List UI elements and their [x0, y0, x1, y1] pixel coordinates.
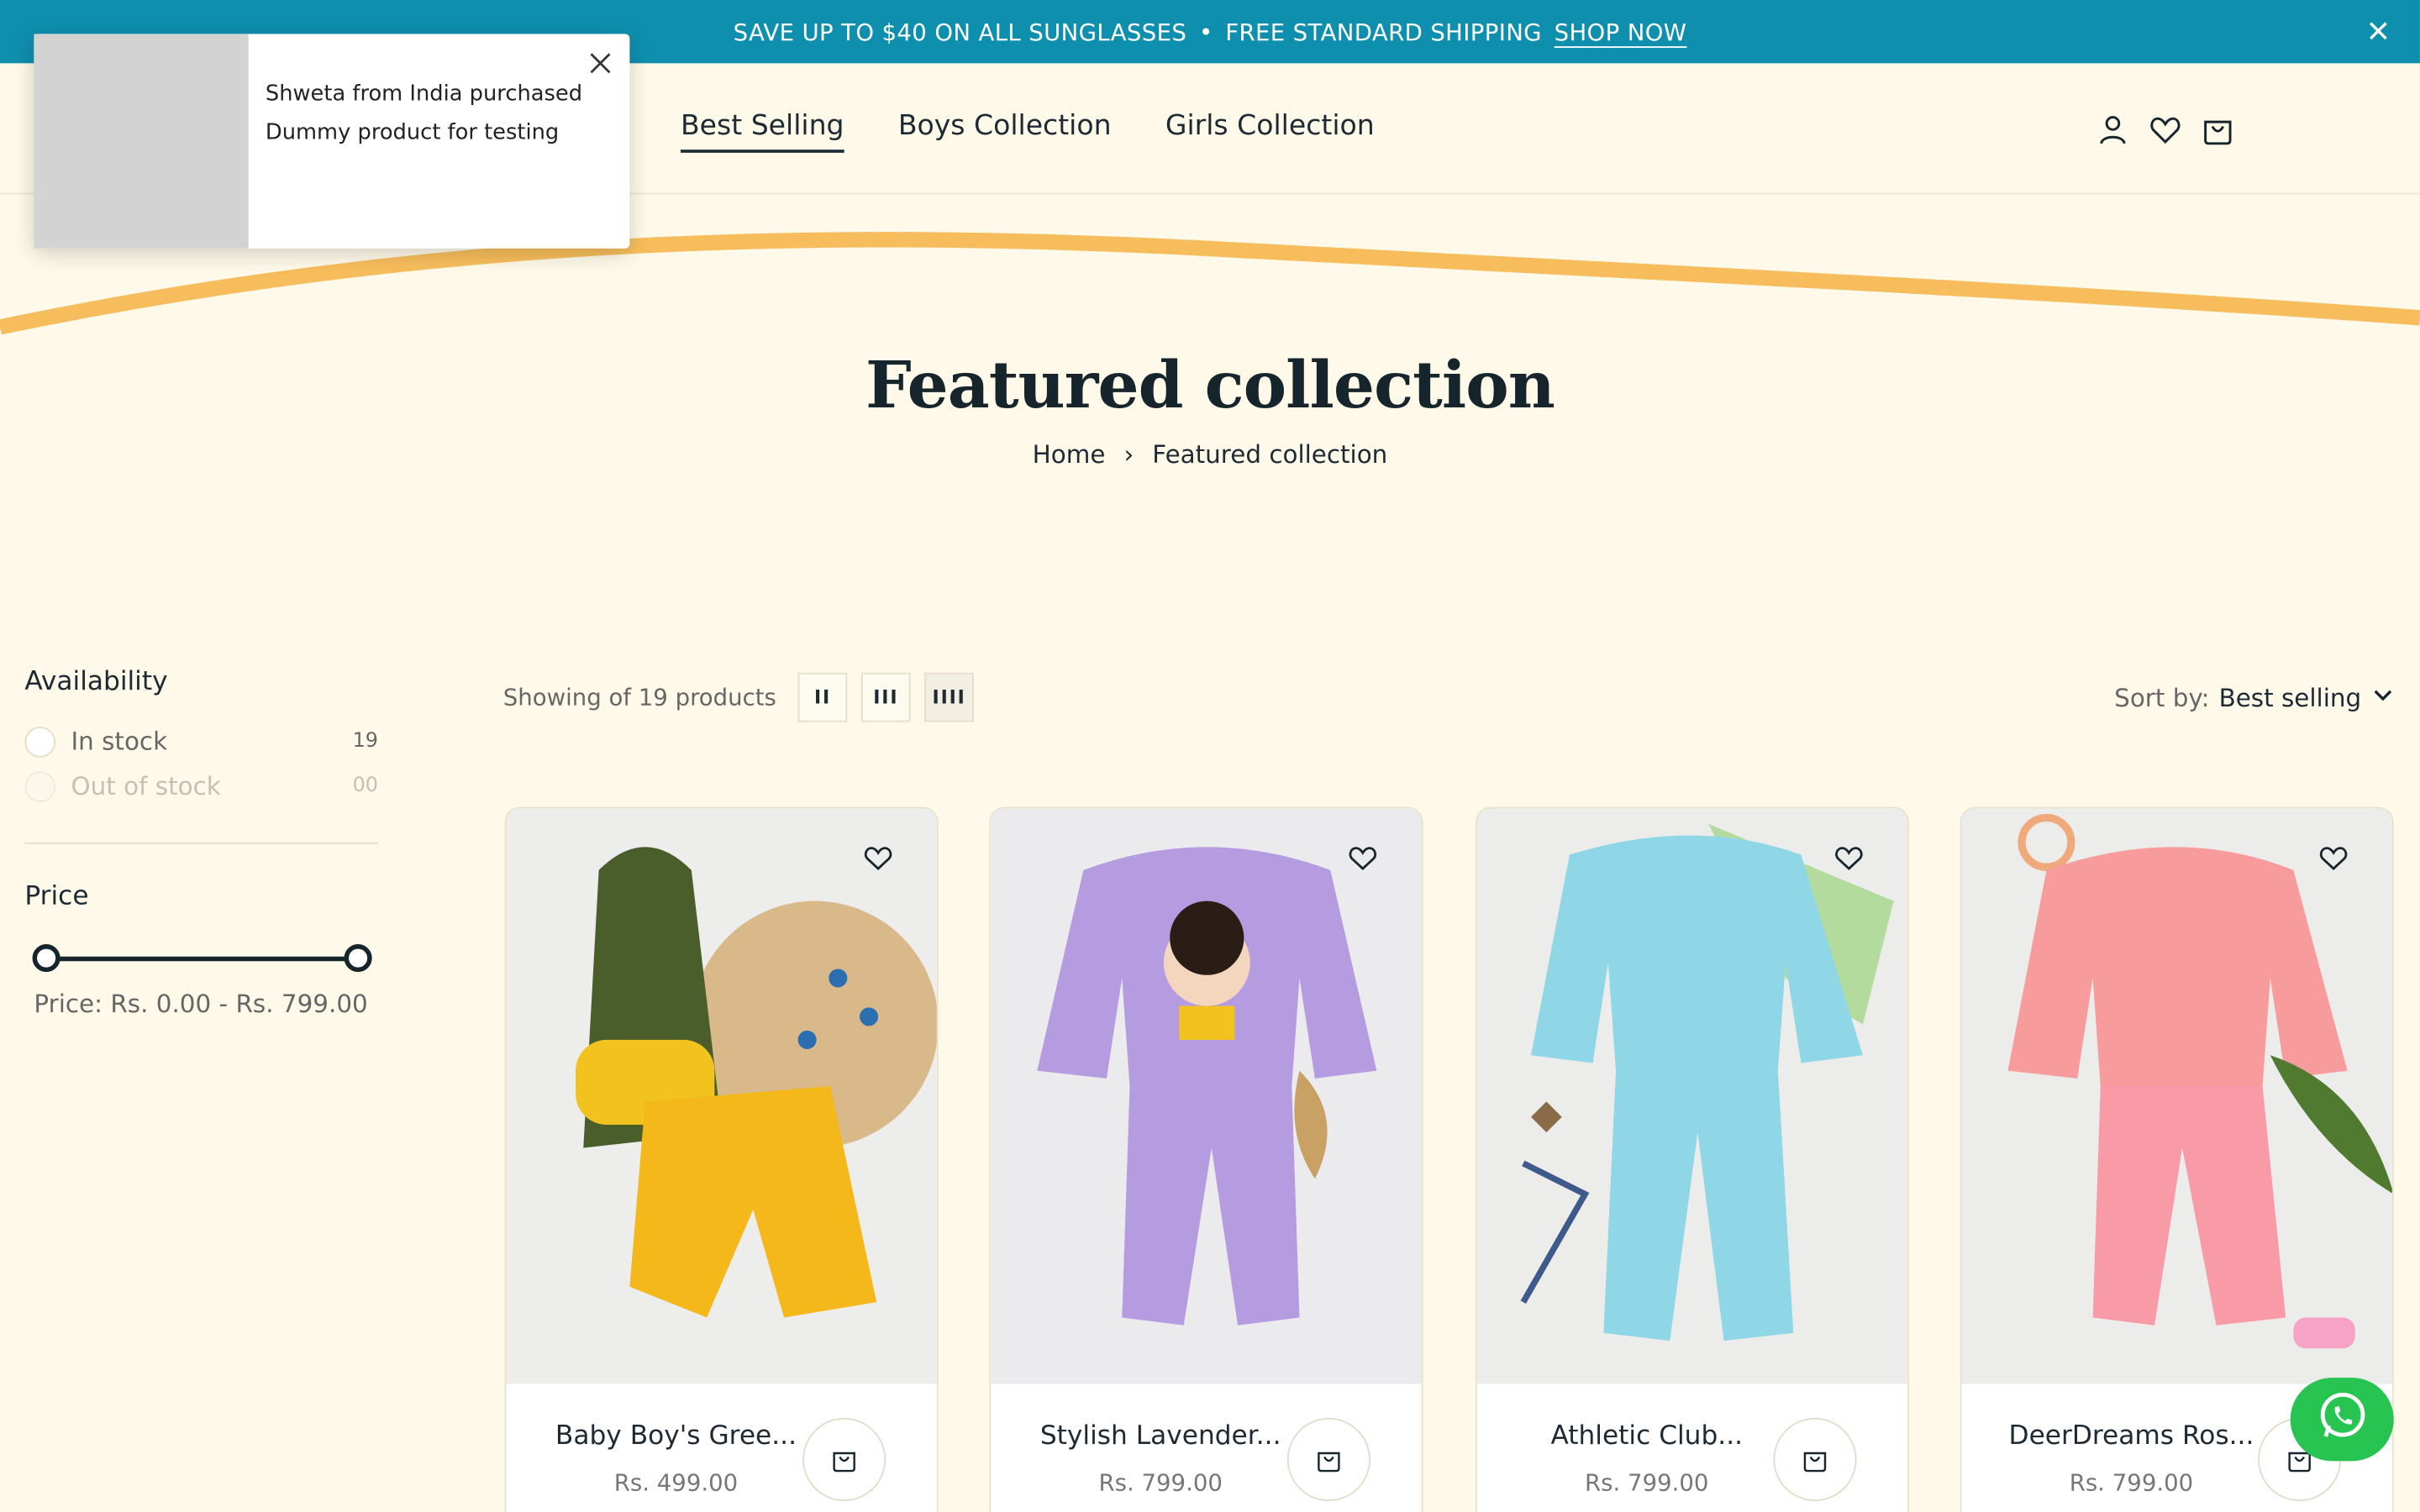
price-label: Price:	[34, 989, 103, 1019]
product-image[interactable]	[991, 808, 1423, 1384]
whatsapp-button[interactable]	[2290, 1378, 2394, 1462]
main-nav: Best Selling Boys Collection Girls Colle…	[680, 109, 1375, 153]
announcement-text: SAVE UP TO $40 ON ALL SUNGLASSES	[733, 18, 1187, 46]
out-of-stock-radio	[24, 770, 56, 802]
product-card[interactable]: Stylish Lavender... Rs. 799.00	[989, 806, 1423, 1512]
price-range-text: Price: Rs. 0.00 - Rs. 799.00	[34, 989, 378, 1018]
out-of-stock-label: Out of stock	[71, 771, 221, 801]
wishlist-icon[interactable]	[2149, 113, 2182, 146]
product-name[interactable]: DeerDreams Ros...	[1992, 1421, 2270, 1452]
price-heading: Price	[24, 880, 89, 912]
wishlist-icon[interactable]	[1833, 843, 1865, 874]
product-image[interactable]	[1476, 808, 1909, 1384]
popup-line-1: Shweta from India purchased	[265, 81, 583, 107]
collection-toolbar: Showing of 19 products II III IIII Sort …	[502, 672, 2396, 722]
grid-2-columns-button[interactable]: II	[797, 672, 848, 722]
grid-3-columns-button[interactable]: III	[860, 672, 911, 722]
product-image[interactable]	[1961, 808, 2393, 1384]
price-range-value: Rs. 0.00 - Rs. 799.00	[110, 989, 368, 1019]
breadcrumb-current: Featured collection	[1152, 439, 1388, 470]
product-name[interactable]: Athletic Club...	[1507, 1421, 1786, 1452]
product-price: Rs. 799.00	[1585, 1468, 1709, 1497]
availability-heading: Availability	[24, 666, 168, 698]
chevron-right-icon: ›	[1123, 439, 1134, 470]
close-icon[interactable]	[588, 51, 613, 76]
cart-icon[interactable]	[2201, 113, 2234, 146]
popup-product-image[interactable]	[34, 34, 249, 249]
recent-purchase-popup: Shweta from India purchased Dummy produc…	[34, 34, 630, 249]
product-name[interactable]: Baby Boy's Gree...	[537, 1421, 815, 1452]
page-title: Featured collection	[865, 347, 1555, 423]
shop-now-link[interactable]: SHOP NOW	[1555, 18, 1687, 45]
popup-message: Shweta from India purchased Dummy produc…	[266, 76, 590, 153]
filter-out-of-stock: Out of stock 00	[24, 764, 378, 808]
grid-4-columns-button[interactable]: IIII	[924, 672, 975, 722]
whatsapp-icon	[2314, 1389, 2370, 1450]
filter-in-stock[interactable]: In stock 19	[24, 719, 378, 764]
add-to-cart-button[interactable]	[1773, 1417, 1857, 1502]
header-icons	[2096, 113, 2234, 146]
account-icon[interactable]	[2096, 113, 2129, 146]
nav-item-boys-collection[interactable]: Boys Collection	[898, 109, 1112, 152]
decorative-wave	[0, 232, 2420, 335]
product-price: Rs. 499.00	[613, 1468, 739, 1497]
sort-dropdown[interactable]: Sort by: Best selling	[2114, 682, 2395, 713]
sort-label: Sort by:	[2114, 682, 2210, 712]
wishlist-icon[interactable]	[2318, 843, 2349, 874]
add-to-cart-button[interactable]	[1286, 1417, 1370, 1502]
slider-min-handle[interactable]	[32, 944, 60, 973]
slider-track	[46, 956, 360, 962]
in-stock-count: 19	[352, 729, 378, 753]
breadcrumb-home[interactable]: Home	[1033, 439, 1106, 469]
in-stock-label: In stock	[71, 727, 168, 756]
product-image[interactable]	[506, 808, 938, 1384]
sort-value: Best selling	[2218, 682, 2362, 712]
slider-max-handle[interactable]	[344, 944, 372, 973]
product-card[interactable]: Athletic Club... Rs. 799.00	[1475, 806, 1909, 1512]
product-name[interactable]: Stylish Lavender...	[1022, 1421, 1300, 1452]
product-price: Rs. 799.00	[1098, 1468, 1223, 1497]
wishlist-icon[interactable]	[863, 843, 894, 874]
product-card[interactable]: Baby Boy's Gree... Rs. 499.00	[504, 806, 939, 1512]
add-to-cart-button[interactable]	[802, 1417, 886, 1502]
announcement-separator: •	[1198, 18, 1213, 46]
chevron-down-icon	[2370, 682, 2395, 713]
announcement-text-2: FREE STANDARD SHIPPING	[1225, 18, 1542, 46]
close-icon[interactable]	[2365, 17, 2392, 45]
out-of-stock-count: 00	[352, 774, 378, 798]
wishlist-icon[interactable]	[1347, 843, 1378, 874]
filter-divider	[24, 842, 378, 844]
price-range-slider[interactable]	[24, 933, 378, 979]
breadcrumb: Home › Featured collection	[0, 439, 2420, 469]
product-price: Rs. 799.00	[2069, 1468, 2194, 1497]
product-count: Showing of 19 products	[502, 683, 776, 711]
nav-item-best-selling[interactable]: Best Selling	[680, 109, 844, 153]
popup-line-2[interactable]: Dummy product for testing	[266, 114, 590, 153]
in-stock-radio[interactable]	[24, 726, 56, 757]
nav-item-girls-collection[interactable]: Girls Collection	[1165, 109, 1375, 152]
filter-sidebar: Availability In stock 19 Out of stock 00…	[24, 666, 378, 1018]
